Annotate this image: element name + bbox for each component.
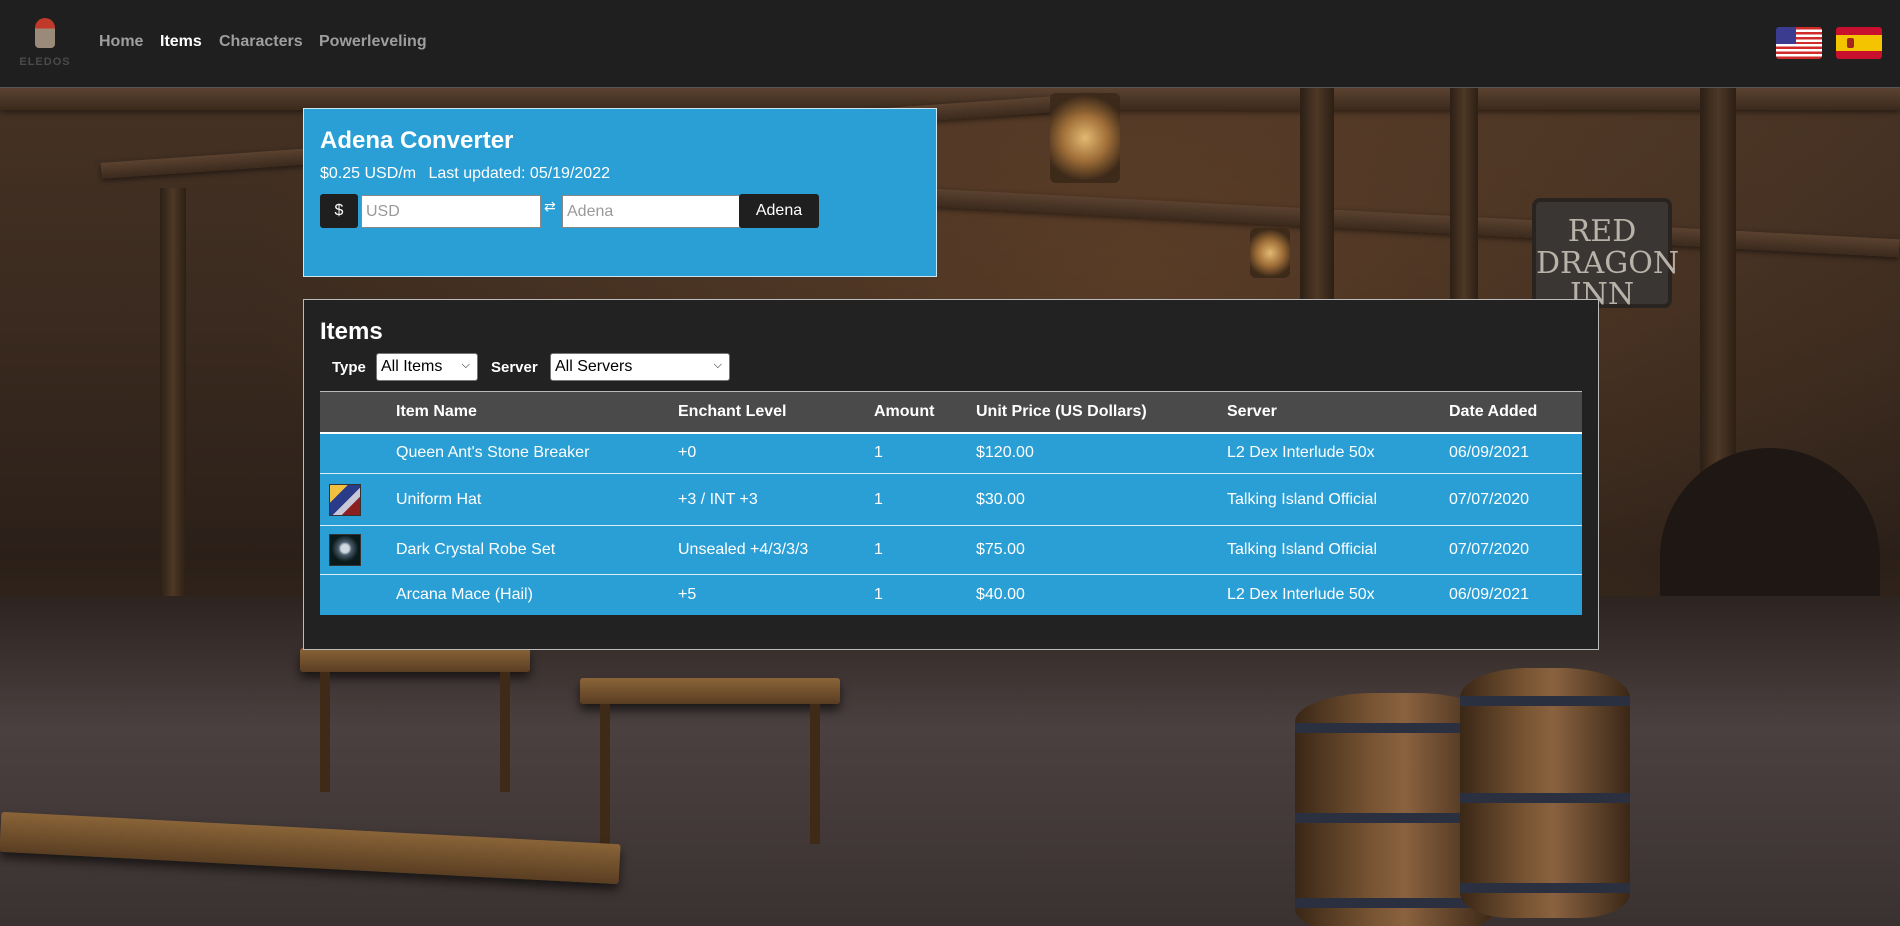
item-name: Arcana Mace (Hail) bbox=[396, 585, 533, 603]
usd-symbol-addon: $ bbox=[320, 194, 358, 228]
item-amount: 1 bbox=[874, 444, 883, 462]
table-row[interactable]: Arcana Mace (Hail) +5 1 $40.00 L2 Dex In… bbox=[320, 574, 1582, 615]
type-filter-select[interactable]: All Items ⌵ bbox=[376, 353, 478, 381]
table-header-row: Item Name Enchant Level Amount Unit Pric… bbox=[320, 391, 1582, 433]
adena-converter-panel: Adena Converter $0.25 USD/m Last updated… bbox=[303, 108, 937, 277]
items-table: Item Name Enchant Level Amount Unit Pric… bbox=[320, 391, 1582, 615]
items-panel: Items Type All Items ⌵ Server All Server… bbox=[303, 299, 1599, 650]
server-filter-value: All Servers bbox=[555, 358, 633, 375]
column-header[interactable]: Server bbox=[1227, 392, 1449, 433]
converter-title: Adena Converter bbox=[320, 127, 514, 154]
item-price: $30.00 bbox=[976, 490, 1025, 508]
converter-info: $0.25 USD/m Last updated: 05/19/2022 bbox=[320, 165, 610, 183]
usd-input[interactable] bbox=[361, 195, 541, 228]
site-logo[interactable]: ELEDOS bbox=[17, 16, 73, 72]
nav-powerleveling[interactable]: Powerleveling bbox=[319, 33, 427, 51]
logo-text: ELEDOS bbox=[19, 56, 71, 68]
item-name: Queen Ant's Stone Breaker bbox=[396, 444, 590, 462]
item-thumb-cell bbox=[320, 433, 396, 474]
chevron-down-icon: ⌵ bbox=[461, 359, 470, 371]
top-navbar: ELEDOS Home Items Characters Powerleveli… bbox=[0, 0, 1900, 88]
server-filter-select[interactable]: All Servers ⌵ bbox=[550, 353, 730, 381]
table-row[interactable]: Queen Ant's Stone Breaker +0 1 $120.00 L… bbox=[320, 432, 1582, 474]
item-server: Talking Island Official bbox=[1227, 490, 1377, 508]
uniform-hat-icon bbox=[329, 483, 361, 516]
column-header[interactable]: Enchant Level bbox=[678, 392, 874, 433]
sign-line: RED bbox=[1567, 214, 1637, 249]
item-price: $75.00 bbox=[976, 541, 1025, 558]
english-flag-icon[interactable] bbox=[1776, 27, 1822, 59]
column-header[interactable]: Unit Price (US Dollars) bbox=[976, 392, 1227, 433]
red-dragon-inn-sign: RED DRAGON INN bbox=[1532, 198, 1680, 310]
item-thumb-cell bbox=[320, 526, 396, 575]
item-server: L2 Dex Interlude 50x bbox=[1227, 444, 1375, 462]
item-enchant: +0 bbox=[678, 444, 697, 462]
item-thumb-cell bbox=[320, 575, 396, 615]
item-amount: 1 bbox=[874, 490, 883, 508]
type-filter-value: All Items bbox=[381, 358, 443, 375]
chevron-down-icon: ⌵ bbox=[713, 359, 722, 371]
item-name: Dark Crystal Robe Set bbox=[396, 541, 556, 558]
item-amount: 1 bbox=[874, 541, 883, 558]
sign-line: DRAGON bbox=[1536, 245, 1680, 281]
spanish-flag-icon[interactable] bbox=[1836, 27, 1882, 59]
server-filter-label: Server bbox=[491, 359, 538, 376]
items-title: Items bbox=[320, 318, 383, 345]
item-date: 06/09/2021 bbox=[1449, 585, 1530, 603]
dark-crystal-robe-icon bbox=[329, 534, 361, 566]
item-date: 06/09/2021 bbox=[1449, 444, 1530, 462]
item-enchant: +5 bbox=[678, 585, 697, 603]
nav-characters[interactable]: Characters bbox=[219, 33, 303, 51]
item-date: 07/07/2020 bbox=[1449, 490, 1530, 508]
type-filter-label: Type bbox=[332, 359, 366, 376]
table-row[interactable]: Dark Crystal Robe Set Unsealed +4/3/3/3 … bbox=[320, 525, 1582, 575]
item-server: L2 Dex Interlude 50x bbox=[1227, 585, 1375, 603]
item-enchant: Unsealed +4/3/3/3 bbox=[678, 541, 809, 558]
item-date: 07/07/2020 bbox=[1449, 541, 1530, 558]
column-header[interactable]: Amount bbox=[874, 392, 976, 433]
item-price: $120.00 bbox=[976, 444, 1034, 462]
item-price: $40.00 bbox=[976, 585, 1025, 603]
spartan-helmet-icon bbox=[35, 18, 55, 48]
item-amount: 1 bbox=[874, 585, 883, 603]
adena-input[interactable] bbox=[562, 195, 740, 228]
last-updated-text: Last updated: 05/19/2022 bbox=[428, 165, 611, 182]
column-header[interactable]: Item Name bbox=[396, 392, 678, 433]
nav-items[interactable]: Items bbox=[160, 33, 202, 51]
column-header[interactable]: Date Added bbox=[1449, 392, 1582, 433]
swap-arrows-icon: ⇄ bbox=[544, 198, 556, 214]
adena-button[interactable]: Adena bbox=[739, 194, 819, 228]
item-server: Talking Island Official bbox=[1227, 541, 1377, 558]
item-name: Uniform Hat bbox=[396, 490, 482, 508]
item-enchant: +3 / INT +3 bbox=[678, 490, 758, 508]
rate-text: $0.25 USD/m bbox=[320, 165, 417, 182]
item-thumb-cell bbox=[320, 474, 396, 526]
table-row[interactable]: Uniform Hat +3 / INT +3 1 $30.00 Talking… bbox=[320, 473, 1582, 526]
nav-home[interactable]: Home bbox=[99, 33, 143, 51]
column-header bbox=[320, 392, 396, 433]
